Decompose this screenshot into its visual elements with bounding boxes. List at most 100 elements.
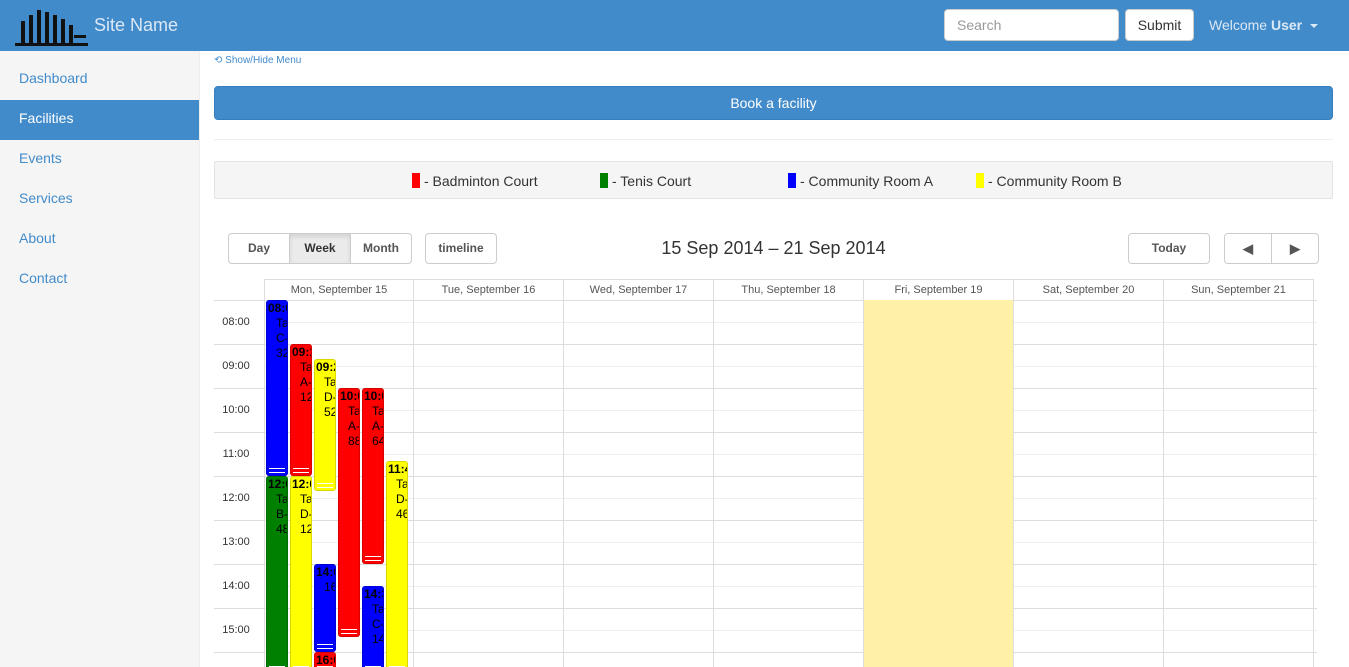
show-hide-menu-label: Show/Hide Menu xyxy=(225,55,302,66)
event-time: 08:0 xyxy=(268,301,287,315)
event-time: 16:0 xyxy=(316,653,335,667)
day-column[interactable] xyxy=(864,300,1014,667)
event-title: Ta A- 12 xyxy=(300,360,312,404)
day-header: Fri, September 19 xyxy=(864,279,1014,300)
day-column[interactable] xyxy=(564,300,714,667)
caret-down-icon xyxy=(1310,24,1319,29)
event-title: Ta D- 52 xyxy=(324,374,336,419)
building-logo-icon[interactable] xyxy=(13,9,90,46)
event-title: Ta A- 64 xyxy=(372,404,384,448)
legend-label: - Community Room A xyxy=(800,173,934,189)
submit-button[interactable]: Submit xyxy=(1125,9,1194,41)
view-month-button[interactable]: Month xyxy=(350,233,412,264)
time-slot-label: 08:00 xyxy=(222,316,250,328)
event-title: Ta D- 12 xyxy=(300,492,312,536)
show-hide-menu-link[interactable]: ⟲ Show/Hide Menu xyxy=(214,55,301,66)
resize-handle[interactable] xyxy=(317,482,333,488)
top-navbar: Site Name Submit Welcome User xyxy=(0,0,1349,51)
legend-item-tenis: - Tenis Court xyxy=(600,173,691,189)
resize-handle[interactable] xyxy=(365,556,381,561)
user-menu-dropdown[interactable]: Welcome User xyxy=(1209,17,1319,33)
sidebar-item-services[interactable]: Services xyxy=(0,180,199,220)
day-column[interactable] xyxy=(414,300,564,667)
booking-event[interactable]: 12:0Ta B- 48 xyxy=(266,476,288,667)
time-slot-label: 10:00 xyxy=(222,404,250,416)
time-slot-label: 15:00 xyxy=(222,624,250,636)
event-time: 14:0 xyxy=(316,565,335,579)
view-day-button[interactable]: Day xyxy=(228,233,290,264)
prev-week-button[interactable]: ◀ xyxy=(1224,233,1272,264)
view-week-button[interactable]: Week xyxy=(289,233,351,264)
resize-handle[interactable] xyxy=(341,629,357,635)
time-slot-label: 09:00 xyxy=(222,360,250,372)
chevron-left-icon: ◀ xyxy=(1243,241,1253,256)
booking-event[interactable]: 11:4Ta D- 46 xyxy=(386,461,408,667)
legend-swatch xyxy=(600,173,608,188)
legend-swatch xyxy=(976,173,984,188)
sidebar-item-about[interactable]: About xyxy=(0,220,199,260)
toggle-icon: ⟲ xyxy=(214,55,223,66)
legend-swatch xyxy=(412,173,420,188)
day-header: Tue, September 16 xyxy=(414,279,564,300)
resize-handle[interactable] xyxy=(269,468,285,473)
sidebar-item-dashboard[interactable]: Dashboard xyxy=(0,60,199,100)
day-header: Sat, September 20 xyxy=(1014,279,1164,300)
legend-item-community-b: - Community Room B xyxy=(976,173,1122,189)
time-slot-label: 14:00 xyxy=(222,580,250,592)
welcome-user: User xyxy=(1270,17,1303,33)
day-header: Mon, September 15 xyxy=(264,279,414,300)
site-name-brand[interactable]: Site Name xyxy=(94,15,178,36)
event-time: 12:0 xyxy=(268,477,287,491)
resize-handle[interactable] xyxy=(317,644,333,649)
book-facility-button[interactable]: Book a facility xyxy=(214,86,1333,120)
divider xyxy=(214,139,1333,140)
booking-event[interactable]: 08:0Ta C- 32 xyxy=(266,300,288,476)
event-title: 16 xyxy=(324,580,335,594)
event-title: Ta A- 88 xyxy=(348,404,360,448)
sidebar-item-contact[interactable]: Contact xyxy=(0,260,199,300)
time-slot-label: 11:00 xyxy=(222,448,250,460)
event-time: 10:0 xyxy=(364,389,383,403)
legend-label: - Badminton Court xyxy=(424,173,538,189)
today-button[interactable]: Today xyxy=(1128,233,1210,264)
booking-event[interactable]: 12:0Ta D- 12 xyxy=(290,476,312,667)
day-header: Wed, September 17 xyxy=(564,279,714,300)
legend-swatch xyxy=(788,173,796,188)
sidebar-item-facilities[interactable]: Facilities xyxy=(0,100,199,140)
time-slot-label: 12:00 xyxy=(222,492,250,504)
booking-event[interactable]: 09:1Ta A- 12 xyxy=(290,344,312,476)
chevron-right-icon: ▶ xyxy=(1290,241,1300,256)
legend-item-community-a: - Community Room A xyxy=(788,173,933,189)
sidebar: Dashboard Facilities Events Services Abo… xyxy=(0,51,200,667)
week-calendar-grid[interactable]: Mon, September 15 Tue, September 16 Wed, S… xyxy=(214,279,1317,667)
booking-event[interactable]: 10:0Ta A- 88 xyxy=(338,388,360,638)
day-column[interactable] xyxy=(1164,300,1314,667)
booking-event[interactable]: 16:0 xyxy=(314,652,336,667)
calendar-title: 15 Sep 2014 – 21 Sep 2014 xyxy=(661,238,886,258)
welcome-text: Welcome xyxy=(1209,17,1268,33)
facility-legend: - Badminton Court - Tenis Court - Commun… xyxy=(214,161,1333,199)
time-slot-label: 13:00 xyxy=(222,536,250,548)
event-time: 10:0 xyxy=(340,389,359,403)
booking-event[interactable]: 14:016 xyxy=(314,564,336,652)
timeline-button[interactable]: timeline xyxy=(425,233,497,264)
event-time: 14:3 xyxy=(364,587,383,601)
next-week-button[interactable]: ▶ xyxy=(1271,233,1319,264)
search-input[interactable] xyxy=(944,9,1119,41)
day-column[interactable] xyxy=(1014,300,1164,667)
event-title: Ta C- 14 xyxy=(372,602,384,646)
event-title: Ta C- 32 xyxy=(276,316,288,360)
event-time: 11:4 xyxy=(388,462,407,477)
day-header: Sun, September 21 xyxy=(1164,279,1314,300)
event-title: Ta D- 46 xyxy=(396,477,408,522)
resize-handle[interactable] xyxy=(293,468,309,473)
day-column[interactable] xyxy=(714,300,864,667)
sidebar-item-events[interactable]: Events xyxy=(0,140,199,180)
event-title: Ta B- 48 xyxy=(276,492,288,536)
booking-event[interactable]: 14:3Ta C- 14 xyxy=(362,586,384,667)
event-time: 12:0 xyxy=(292,477,311,491)
legend-label: - Community Room B xyxy=(988,173,1122,189)
booking-event[interactable]: 10:0Ta A- 64 xyxy=(362,388,384,564)
booking-event[interactable]: 09:2Ta D- 52 xyxy=(314,358,336,491)
event-time: 09:2 xyxy=(316,359,335,374)
